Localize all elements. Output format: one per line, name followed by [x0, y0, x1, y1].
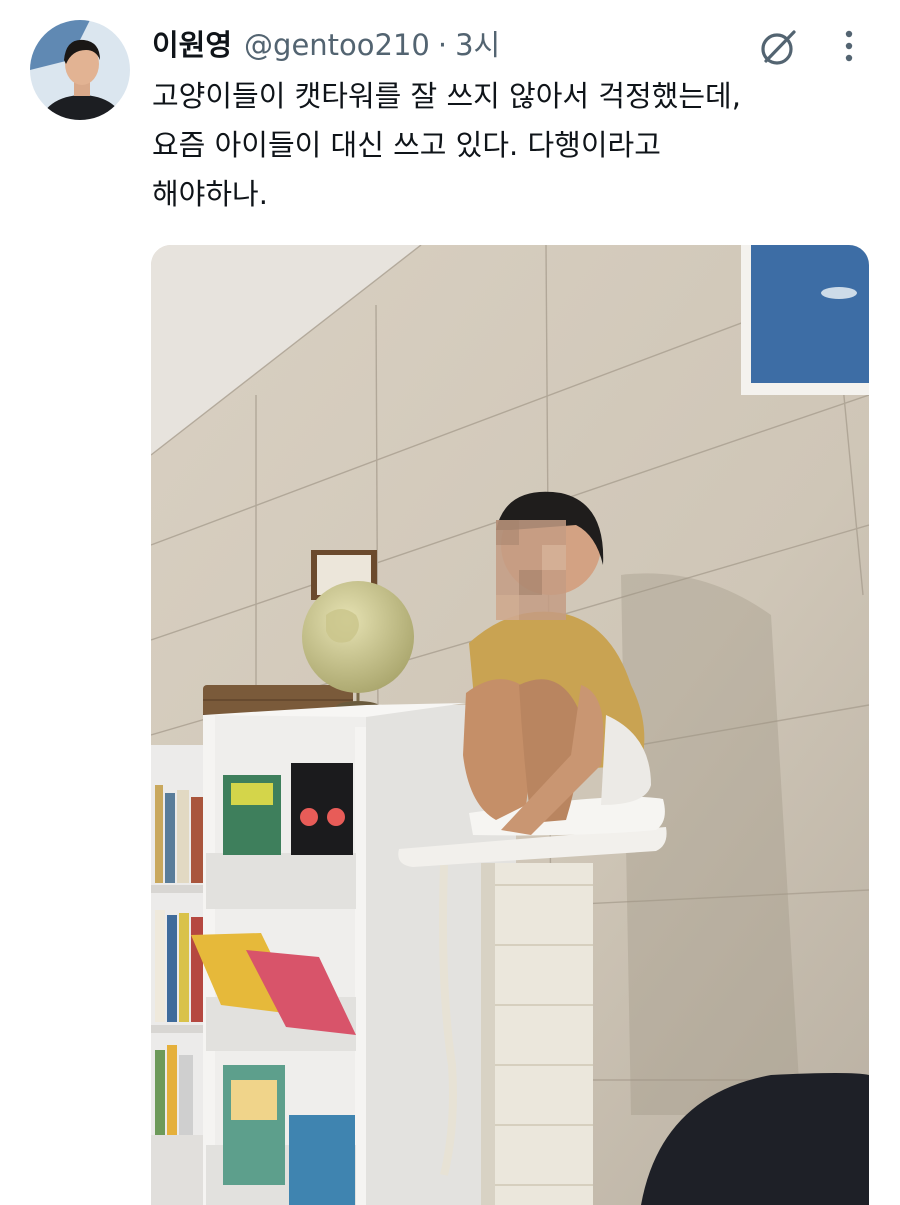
avatar-photo — [30, 20, 130, 120]
user-avatar[interactable] — [30, 20, 130, 120]
tweet-header: 이원영 @gentoo210 · 3시 — [152, 22, 500, 64]
grok-icon[interactable] — [756, 26, 800, 70]
photo-illustration — [151, 245, 869, 1205]
more-vertical-icon[interactable] — [834, 28, 864, 68]
tweet-text: 고양이들이 캣타워를 잘 쓰지 않아서 걱정했는데, 요즘 아이들이 대신 쓰고… — [152, 79, 741, 211]
display-name[interactable]: 이원영 — [152, 22, 232, 64]
separator-dot: · — [437, 28, 448, 62]
tweet-photo[interactable] — [151, 245, 869, 1205]
tweet-time[interactable]: 3시 — [455, 22, 500, 64]
user-handle[interactable]: @gentoo210 — [244, 28, 430, 62]
